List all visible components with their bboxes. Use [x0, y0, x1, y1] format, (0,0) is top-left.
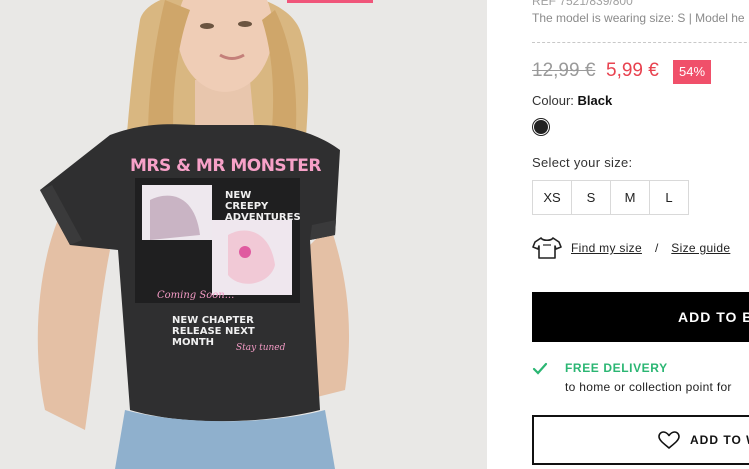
colour-row: Colour: Black — [532, 93, 612, 108]
size-option-m[interactable]: M — [610, 180, 650, 215]
tshirt-icon — [532, 237, 562, 259]
image-tab-indicator — [287, 0, 373, 3]
wishlist-label: ADD TO W — [690, 433, 749, 447]
product-details: REF 7521/839/800 The model is wearing si… — [487, 0, 749, 469]
find-my-size-link[interactable]: Find my size — [571, 241, 642, 255]
add-to-bag-button[interactable]: ADD TO BA — [532, 292, 749, 342]
old-price: 12,99 € — [532, 60, 596, 81]
size-selector: XS S M L — [532, 180, 689, 215]
discount-badge: 54% — [673, 60, 712, 84]
size-option-l[interactable]: L — [649, 180, 689, 215]
delivery-title: FREE DELIVERY — [565, 361, 668, 375]
colour-label: Colour: — [532, 93, 574, 108]
product-image[interactable]: MRS & MR MONSTER NEW CREEPY ADVENTURES C… — [0, 0, 487, 469]
swatch-fill — [534, 120, 548, 134]
check-icon — [532, 362, 548, 375]
size-help-row: Find my size / Size guide — [532, 236, 730, 260]
size-option-s[interactable]: S — [571, 180, 611, 215]
size-label: Select your size: — [532, 155, 633, 170]
delivery-description: to home or collection point for — [565, 380, 732, 394]
sale-price: 5,99 € — [606, 60, 659, 81]
divider — [532, 42, 749, 43]
reference-number: REF 7521/839/800 — [532, 0, 633, 8]
link-separator: / — [654, 241, 659, 255]
print-title: MRS & MR MONSTER — [130, 156, 321, 176]
print-subtitle: NEW CREEPY ADVENTURES — [225, 190, 301, 223]
heart-icon — [658, 430, 680, 449]
print-stay-tuned: Stay tuned — [236, 343, 286, 353]
size-option-xs[interactable]: XS — [532, 180, 572, 215]
model-photo — [0, 0, 487, 469]
model-size-info: The model is wearing size: S | Model he — [532, 11, 745, 25]
colour-swatch-black[interactable] — [532, 118, 550, 136]
size-guide-link[interactable]: Size guide — [671, 241, 730, 255]
add-to-wishlist-button[interactable]: ADD TO W — [532, 415, 749, 465]
print-coming-soon: Coming Soon... — [157, 290, 235, 301]
colour-value: Black — [577, 93, 613, 108]
